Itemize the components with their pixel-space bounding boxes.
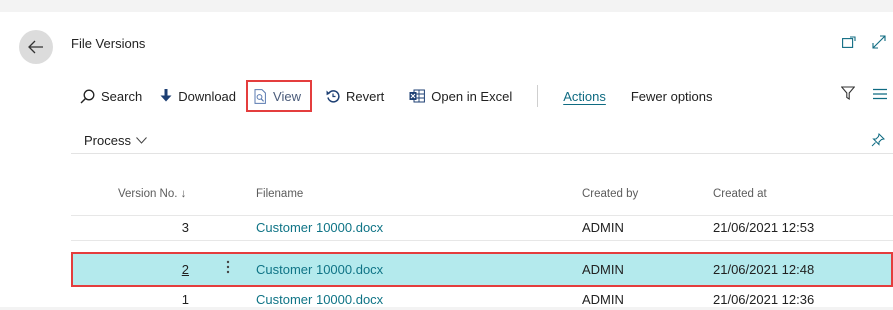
search-label: Search: [101, 88, 143, 104]
table-row[interactable]: 3 Customer 10000.docx ADMIN 21/06/2021 1…: [71, 217, 893, 238]
column-header-version[interactable]: Version No. ↓: [118, 188, 186, 200]
chevron-down-icon: [136, 137, 147, 144]
table-row-selected[interactable]: 2 Customer 10000.docx ADMIN 21/06/2021 1…: [71, 259, 893, 280]
created-by-cell: ADMIN: [582, 292, 624, 307]
column-header-filename[interactable]: Filename: [256, 188, 303, 200]
fewer-options-label: Fewer options: [630, 88, 713, 104]
row-divider: [71, 215, 893, 216]
version-cell: 3: [181, 220, 189, 235]
open-in-excel-label: Open in Excel: [431, 88, 513, 104]
column-header-created-at[interactable]: Created at: [713, 188, 767, 200]
action-bar: Search Download View Revert Open in Exce…: [72, 80, 713, 112]
filename-link[interactable]: Customer 10000.docx: [256, 220, 383, 235]
created-at-cell: 21/06/2021 12:36: [713, 292, 815, 307]
column-header-created-by[interactable]: Created by: [582, 188, 638, 200]
fewer-options-button[interactable]: Fewer options: [631, 82, 713, 110]
toolbar-separator: [537, 85, 539, 107]
download-label: Download: [178, 88, 237, 104]
more-options-icon[interactable]: [226, 260, 230, 274]
filename-link[interactable]: Customer 10000.docx: [256, 292, 383, 307]
actions-label: Actions: [563, 88, 606, 104]
excel-icon: [409, 89, 426, 103]
revert-label: Revert: [345, 88, 385, 104]
sort-descending-icon: ↓: [180, 188, 187, 200]
created-by-cell: ADMIN: [582, 220, 624, 235]
search-icon: [80, 89, 95, 103]
open-new-window-icon[interactable]: [841, 34, 857, 50]
actions-tab[interactable]: Actions: [563, 82, 606, 110]
view-button[interactable]: View: [246, 80, 312, 112]
view-label: View: [273, 88, 301, 104]
created-by-cell: ADMIN: [582, 262, 624, 277]
row-divider: [71, 240, 893, 241]
toolbar-divider: [71, 153, 893, 154]
pin-icon[interactable]: [871, 132, 886, 152]
page-title: File Versions: [71, 36, 146, 51]
expand-icon[interactable]: [871, 34, 887, 50]
process-menu[interactable]: Process: [84, 133, 147, 148]
column-header-version-label: Version No.: [118, 188, 178, 200]
filter-icon[interactable]: [840, 86, 856, 105]
created-at-cell: 21/06/2021 12:48: [713, 262, 815, 277]
download-button[interactable]: Download: [160, 82, 236, 110]
download-icon: [160, 89, 172, 102]
list-icon[interactable]: [873, 87, 887, 105]
revert-button[interactable]: Revert: [326, 82, 384, 110]
filename-link[interactable]: Customer 10000.docx: [256, 262, 383, 277]
back-button[interactable]: [19, 30, 53, 64]
version-cell: 1: [181, 292, 189, 307]
version-cell[interactable]: 2: [71, 262, 189, 277]
process-label: Process: [84, 133, 131, 148]
view-document-icon: [254, 88, 266, 104]
open-in-excel-button[interactable]: Open in Excel: [409, 82, 512, 110]
page-card: File Versions Search Download View Rever…: [0, 12, 893, 307]
back-arrow-icon: [28, 40, 43, 54]
revert-icon: [326, 90, 340, 103]
created-at-cell: 21/06/2021 12:53: [713, 220, 815, 235]
search-button[interactable]: Search: [80, 82, 142, 110]
